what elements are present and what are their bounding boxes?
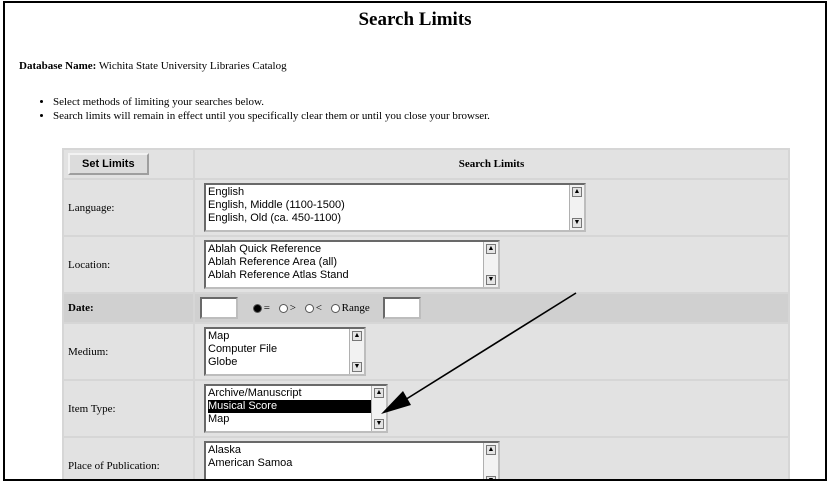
scroll-up-icon[interactable]: ▲ xyxy=(352,331,362,341)
list-item[interactable]: American Samoa xyxy=(208,457,496,470)
list-item[interactable]: Ablah Reference Atlas Stand xyxy=(208,269,496,282)
list-item[interactable]: Archive/Manuscript xyxy=(208,387,384,400)
scroll-down-icon[interactable]: ▼ xyxy=(374,419,384,429)
instruction-item: Search limits will remain in effect unti… xyxy=(53,109,490,123)
item-type-cell: Archive/Manuscript Musical Score Map ▲ ▼ xyxy=(195,381,788,436)
limits-table: Set Limits Search Limits Language: Engli… xyxy=(62,148,790,479)
location-label: Location: xyxy=(64,237,193,292)
scroll-down-icon[interactable]: ▼ xyxy=(572,218,582,228)
set-limits-button[interactable]: Set Limits xyxy=(68,153,149,175)
radio-label: Range xyxy=(341,302,370,314)
list-item[interactable]: English, Old (ca. 450-1100) xyxy=(208,212,582,225)
database-line: Database Name: Wichita State University … xyxy=(19,60,287,72)
radio-button[interactable] xyxy=(278,303,288,313)
scroll-up-icon[interactable]: ▲ xyxy=(486,244,496,254)
limits-table-wrap: Set Limits Search Limits Language: Engli… xyxy=(62,148,790,479)
place-of-publication-cell: Alaska American Samoa ▲ ▼ xyxy=(195,438,788,479)
medium-label: Medium: xyxy=(64,324,193,379)
item-type-label: Item Type: xyxy=(64,381,193,436)
scroll-down-icon[interactable]: ▼ xyxy=(486,476,496,479)
date-cell: = > < Range xyxy=(195,294,788,322)
instruction-item: Select methods of limiting your searches… xyxy=(53,95,490,109)
list-item[interactable]: English, Middle (1100-1500) xyxy=(208,199,582,212)
radio-label: > xyxy=(289,302,296,314)
scrollbar[interactable]: ▲ ▼ xyxy=(349,329,364,374)
radio-label: = xyxy=(263,302,270,314)
radio-label: < xyxy=(315,302,322,314)
item-type-listbox[interactable]: Archive/Manuscript Musical Score Map ▲ ▼ xyxy=(204,384,388,433)
date-operator-radios: = > < Range xyxy=(247,302,370,314)
radio-button[interactable] xyxy=(252,303,262,313)
list-item[interactable]: Computer File xyxy=(208,343,362,356)
date-label: Date: xyxy=(64,294,193,322)
list-item[interactable]: Ablah Quick Reference xyxy=(208,243,496,256)
scroll-down-icon[interactable]: ▼ xyxy=(352,362,362,372)
scrollbar[interactable]: ▲ ▼ xyxy=(483,242,498,287)
radio-button[interactable] xyxy=(330,303,340,313)
list-item[interactable]: Globe xyxy=(208,356,362,369)
list-item[interactable]: Ablah Reference Area (all) xyxy=(208,256,496,269)
list-item[interactable]: Map xyxy=(208,413,384,426)
scroll-up-icon[interactable]: ▲ xyxy=(572,187,582,197)
list-item[interactable]: Map xyxy=(208,330,362,343)
scroll-down-icon[interactable]: ▼ xyxy=(486,275,496,285)
list-item[interactable]: English xyxy=(208,186,582,199)
scrollbar[interactable]: ▲ ▼ xyxy=(569,185,584,230)
database-label: Database Name: xyxy=(19,60,97,72)
scrollbar[interactable]: ▲ ▼ xyxy=(483,443,498,479)
location-listbox[interactable]: Ablah Quick Reference Ablah Reference Ar… xyxy=(204,240,500,289)
limits-header: Search Limits xyxy=(195,150,788,178)
place-of-publication-listbox[interactable]: Alaska American Samoa ▲ ▼ xyxy=(204,441,500,479)
scrollbar[interactable]: ▲ ▼ xyxy=(371,386,386,431)
language-cell: English English, Middle (1100-1500) Engl… xyxy=(195,180,788,235)
instructions-list: Select methods of limiting your searches… xyxy=(39,95,490,123)
scroll-up-icon[interactable]: ▲ xyxy=(374,388,384,398)
scroll-up-icon[interactable]: ▲ xyxy=(486,445,496,455)
language-listbox[interactable]: English English, Middle (1100-1500) Engl… xyxy=(204,183,586,232)
list-item[interactable]: Alaska xyxy=(208,444,496,457)
radio-button[interactable] xyxy=(304,303,314,313)
list-item-selected[interactable]: Musical Score xyxy=(208,400,384,413)
medium-cell: Map Computer File Globe ▲ ▼ xyxy=(195,324,788,379)
medium-listbox[interactable]: Map Computer File Globe ▲ ▼ xyxy=(204,327,366,376)
window-frame: Search Limits Database Name: Wichita Sta… xyxy=(3,1,827,481)
location-cell: Ablah Quick Reference Ablah Reference Ar… xyxy=(195,237,788,292)
date-to-input[interactable] xyxy=(382,297,421,319)
database-name: Wichita State University Libraries Catal… xyxy=(98,60,287,72)
date-from-input[interactable] xyxy=(200,297,238,319)
set-limits-cell: Set Limits xyxy=(64,150,193,178)
page-title: Search Limits xyxy=(358,9,472,30)
place-of-publication-label: Place of Publication: xyxy=(64,438,193,479)
language-label: Language: xyxy=(64,180,193,235)
